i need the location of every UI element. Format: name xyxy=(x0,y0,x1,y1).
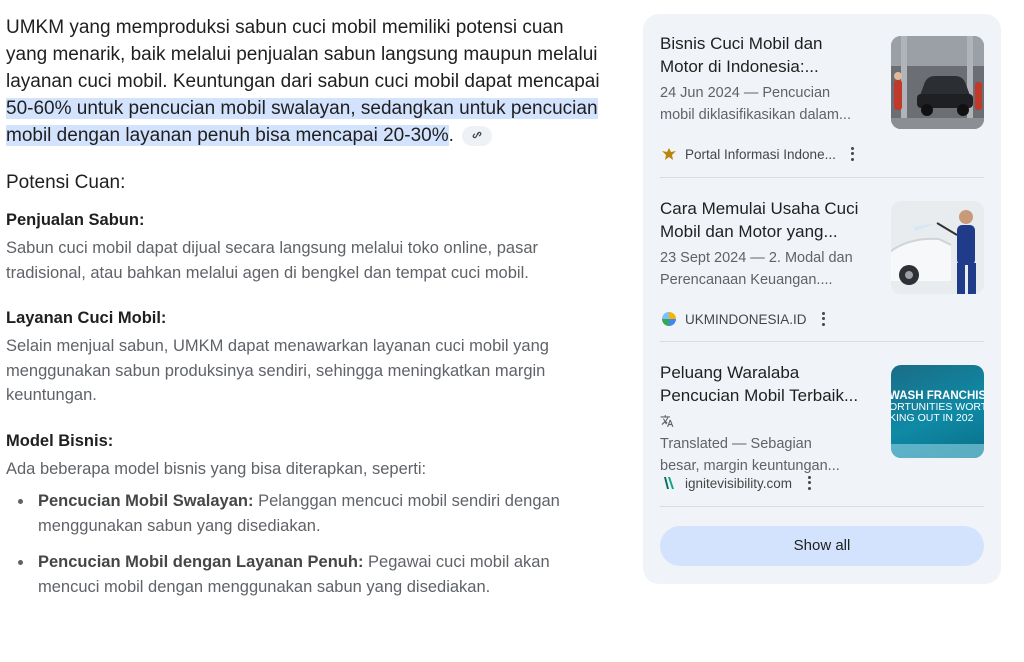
highlighted-claim[interactable]: 50-60% untuk pencucian mobil swalayan, s… xyxy=(6,98,598,146)
source-card[interactable]: Bisnis Cuci Mobil dan Motor di Indonesia… xyxy=(660,32,984,182)
sources-panel: Bisnis Cuci Mobil dan Motor di Indonesia… xyxy=(643,14,1001,584)
link-icon xyxy=(472,131,482,139)
list-item-title: Pencucian Mobil dengan Layanan Penuh: xyxy=(38,553,364,571)
more-options-icon[interactable] xyxy=(850,146,856,162)
source-name: UKMINDONESIA.ID xyxy=(685,311,807,327)
intro-tail: . xyxy=(448,125,454,146)
card-snippet-line: Translated — Sebagian xyxy=(660,411,884,455)
card-snippet-line: mobil diklasifikasikan dalam... xyxy=(660,107,851,123)
section-title: Model Bisnis: xyxy=(6,431,114,450)
card-snippet: 23 Sept 2024 — 2. Modal dan Perencanaan … xyxy=(660,247,884,291)
thumbnail-text: WASH FRANCHIS ORTUNITIES WORT KING OUT I… xyxy=(891,390,984,424)
show-all-button[interactable]: Show all xyxy=(660,526,984,566)
divider xyxy=(660,341,984,342)
section-text: Selain menjual sabun, UMKM dapat menawar… xyxy=(6,337,549,404)
card-snippet-line: Perencanaan Keuangan.... xyxy=(660,272,833,288)
snippet-text: Translated — Sebagian xyxy=(660,436,812,452)
divider xyxy=(660,506,984,507)
ukm-globe-icon xyxy=(660,310,678,328)
thumb-text-line: KING OUT IN 202 xyxy=(891,412,974,424)
card-title-line: Motor di Indonesia:... xyxy=(660,57,819,76)
source-name: Portal Informasi Indone... xyxy=(685,146,836,162)
answer-column: UMKM yang memproduksi sabun cuci mobil m… xyxy=(6,14,606,611)
citation-link-button[interactable] xyxy=(461,125,492,146)
thumbnail-footer xyxy=(891,444,984,458)
more-options-icon[interactable] xyxy=(806,475,812,491)
section-text: Sabun cuci mobil dapat dijual secara lan… xyxy=(6,239,538,282)
list-item: Pencucian Mobil Swalayan: Pelanggan menc… xyxy=(6,489,606,538)
card-snippet-line: 24 Jun 2024 — Pencucian xyxy=(660,85,831,101)
page: UMKM yang memproduksi sabun cuci mobil m… xyxy=(0,0,1024,662)
section-text: Ada beberapa model bisnis yang bisa dite… xyxy=(6,459,427,478)
intro-paragraph: UMKM yang memproduksi sabun cuci mobil m… xyxy=(6,14,606,149)
list-item-title: Pencucian Mobil Swalayan: xyxy=(38,492,254,510)
source-card[interactable]: Peluang Waralaba Pencucian Mobil Terbaik… xyxy=(660,361,984,511)
card-thumbnail[interactable] xyxy=(891,201,984,294)
card-title[interactable]: Cara Memulai Usaha Cuci Mobil dan Motor … xyxy=(660,197,884,243)
card-thumbnail[interactable]: WASH FRANCHIS ORTUNITIES WORT KING OUT I… xyxy=(891,365,984,458)
card-snippet: 24 Jun 2024 — Pencucian mobil diklasifik… xyxy=(660,82,884,126)
card-thumbnail[interactable] xyxy=(891,36,984,129)
card-title-line: Mobil dan Motor yang... xyxy=(660,222,838,241)
business-model-list: Pencucian Mobil Swalayan: Pelanggan menc… xyxy=(6,489,606,599)
card-snippet-line: 23 Sept 2024 — 2. Modal dan xyxy=(660,250,853,266)
potensi-heading: Potensi Cuan: xyxy=(6,172,126,193)
car-wash-photo xyxy=(891,36,984,129)
translate-icon xyxy=(660,415,674,427)
ignite-icon xyxy=(660,474,678,492)
more-options-icon[interactable] xyxy=(821,311,827,327)
section-title: Penjualan Sabun: xyxy=(6,211,145,229)
car-washing-photo xyxy=(891,201,984,294)
card-title[interactable]: Bisnis Cuci Mobil dan Motor di Indonesia… xyxy=(660,32,884,78)
card-source[interactable]: ignitevisibility.com xyxy=(660,473,812,493)
card-title-line: Cara Memulai Usaha Cuci xyxy=(660,199,859,218)
card-source[interactable]: UKMINDONESIA.ID xyxy=(660,309,827,329)
card-title[interactable]: Peluang Waralaba Pencucian Mobil Terbaik… xyxy=(660,361,884,407)
divider xyxy=(660,177,984,178)
card-title-line: Peluang Waralaba xyxy=(660,363,800,382)
garuda-icon xyxy=(660,145,678,163)
card-title-line: Bisnis Cuci Mobil dan xyxy=(660,34,823,53)
card-title-line: Pencucian Mobil Terbaik... xyxy=(660,386,859,405)
source-card[interactable]: Cara Memulai Usaha Cuci Mobil dan Motor … xyxy=(660,197,984,347)
intro-text: UMKM yang memproduksi sabun cuci mobil m… xyxy=(6,17,600,92)
source-name: ignitevisibility.com xyxy=(685,475,793,491)
card-source[interactable]: Portal Informasi Indone... xyxy=(660,144,856,164)
card-snippet: Translated — Sebagian besar, margin keun… xyxy=(660,411,884,477)
section-title: Layanan Cuci Mobil: xyxy=(6,309,167,327)
list-item: Pencucian Mobil dengan Layanan Penuh: Pe… xyxy=(6,550,606,599)
